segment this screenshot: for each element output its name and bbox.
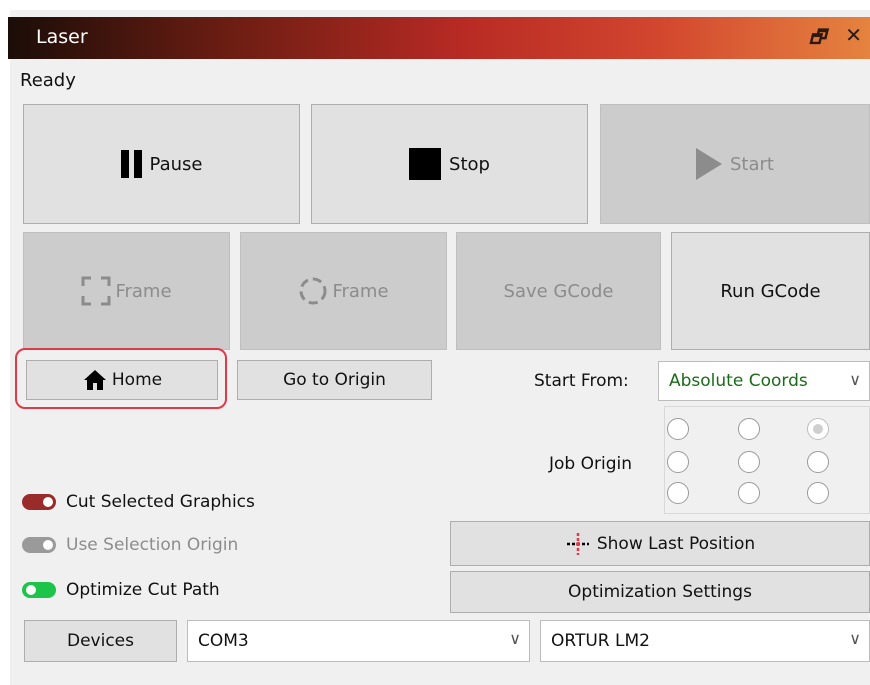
frame-rect-button[interactable]: Frame <box>23 232 230 350</box>
devices-button[interactable]: Devices <box>24 620 177 662</box>
port-value: COM3 <box>198 631 249 651</box>
origin-top-left-radio[interactable] <box>667 418 689 440</box>
toggle-knob <box>43 540 53 550</box>
go-to-origin-button[interactable]: Go to Origin <box>237 360 432 400</box>
stop-label: Stop <box>449 153 490 175</box>
start-from-label: Start From: <box>534 371 629 391</box>
title-bar: Laser 🗗 ✕ <box>8 17 870 59</box>
chevron-down-icon: ∨ <box>849 629 861 648</box>
chevron-down-icon: ∨ <box>849 370 861 389</box>
pause-label: Pause <box>149 153 203 175</box>
frame-circle-icon <box>299 277 327 305</box>
device-model-value: ORTUR LM2 <box>551 631 650 651</box>
origin-bottom-left-radio[interactable] <box>667 482 689 504</box>
start-from-select[interactable]: Absolute Coords ∨ <box>658 361 870 401</box>
save-gcode-label: Save GCode <box>503 280 614 302</box>
chevron-down-icon: ∨ <box>509 629 521 648</box>
port-select[interactable]: COM3 ∨ <box>187 620 530 662</box>
pause-button[interactable]: Pause <box>23 104 300 224</box>
optimization-settings-label: Optimization Settings <box>568 582 752 602</box>
status-text: Ready <box>20 70 76 91</box>
frame-rect-label: Frame <box>115 280 172 302</box>
close-icon[interactable]: ✕ <box>845 23 862 47</box>
float-window-icon[interactable]: 🗗 <box>809 25 826 55</box>
toggle-knob <box>26 585 36 595</box>
stop-icon <box>409 148 442 180</box>
pause-icon <box>120 150 142 178</box>
show-last-position-label: Show Last Position <box>596 533 756 554</box>
frame-rect-icon <box>81 276 111 306</box>
home-highlight <box>15 348 227 409</box>
cut-selected-toggle[interactable] <box>22 494 56 510</box>
devices-label: Devices <box>67 631 134 651</box>
optimize-cut-path-toggle[interactable] <box>22 582 56 598</box>
run-gcode-label: Run GCode <box>720 280 821 302</box>
optimization-settings-button[interactable]: Optimization Settings <box>450 571 870 613</box>
optimize-cut-path-label: Optimize Cut Path <box>66 580 220 600</box>
origin-center-radio[interactable] <box>738 451 760 473</box>
window-title: Laser <box>36 26 88 48</box>
job-origin-grid <box>664 406 870 514</box>
crosshair-icon <box>566 532 589 555</box>
start-label: Start <box>730 153 774 175</box>
frame-circle-button[interactable]: Frame <box>240 232 447 350</box>
origin-middle-right-radio[interactable] <box>807 451 829 473</box>
show-last-position-button[interactable]: Show Last Position <box>450 521 870 566</box>
origin-middle-left-radio[interactable] <box>667 451 689 473</box>
use-selection-origin-label: Use Selection Origin <box>66 535 239 555</box>
stop-button[interactable]: Stop <box>311 104 588 224</box>
play-icon <box>696 148 722 180</box>
run-gcode-button[interactable]: Run GCode <box>671 232 870 350</box>
origin-top-right-radio[interactable] <box>807 418 829 440</box>
go-to-origin-label: Go to Origin <box>283 370 386 390</box>
device-model-select[interactable]: ORTUR LM2 ∨ <box>540 620 870 662</box>
start-from-value: Absolute Coords <box>669 371 808 391</box>
origin-top-center-radio[interactable] <box>738 418 760 440</box>
toggle-knob <box>43 497 53 507</box>
origin-bottom-center-radio[interactable] <box>738 482 760 504</box>
use-selection-origin-toggle[interactable] <box>22 537 56 553</box>
start-button[interactable]: Start <box>600 104 870 224</box>
origin-bottom-right-radio[interactable] <box>807 482 829 504</box>
frame-circle-label: Frame <box>332 280 389 302</box>
job-origin-label: Job Origin <box>549 454 632 474</box>
cut-selected-label: Cut Selected Graphics <box>66 492 255 512</box>
save-gcode-button[interactable]: Save GCode <box>456 232 661 350</box>
